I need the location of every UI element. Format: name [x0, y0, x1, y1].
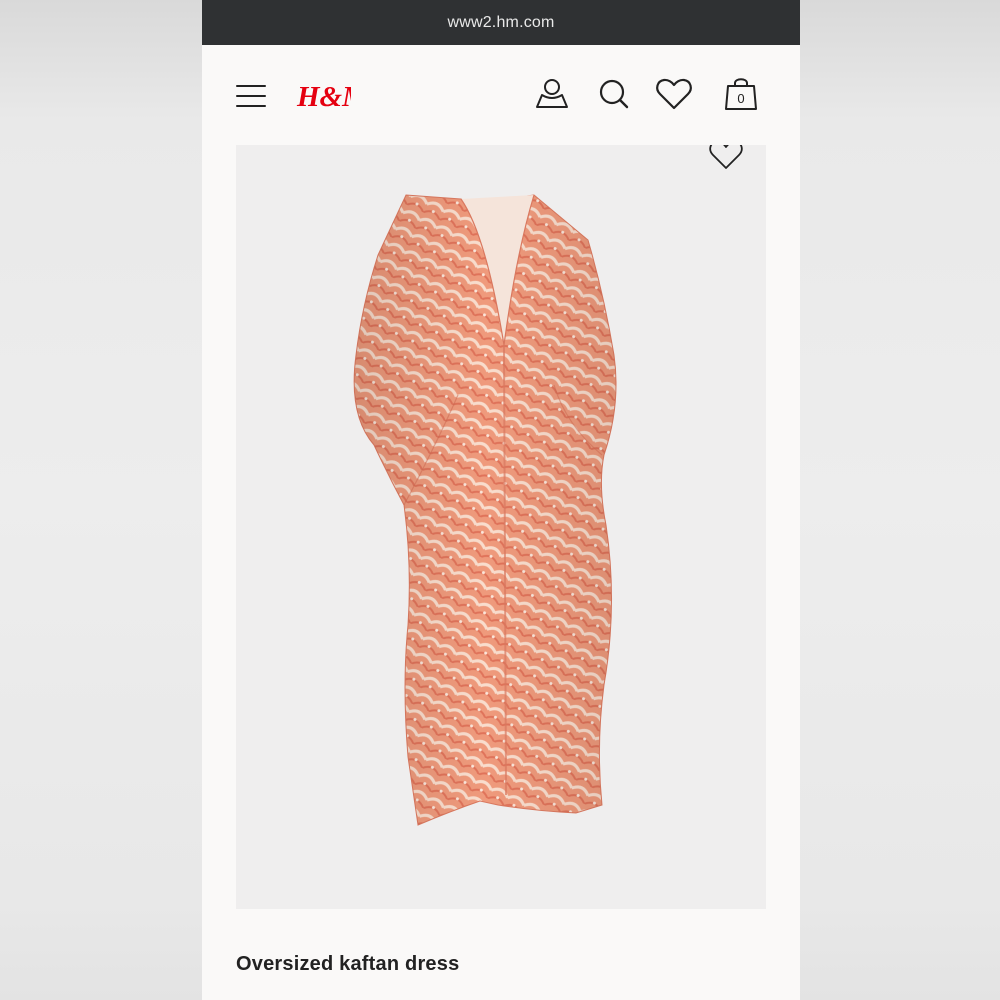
product-title[interactable]: Oversized kaftan dress	[236, 953, 459, 976]
heart-icon	[709, 145, 743, 169]
favorites-heart-icon[interactable]	[654, 75, 694, 115]
hm-logo[interactable]: H&M	[295, 75, 369, 115]
menu-icon[interactable]	[236, 85, 266, 107]
background-right	[800, 0, 1000, 1000]
background-left	[0, 0, 202, 1000]
browser-url-bar[interactable]: www2.hm.com	[202, 0, 800, 45]
account-icon[interactable]	[532, 75, 572, 115]
logo-text: H&M	[296, 81, 351, 113]
bag-count: 0	[737, 91, 744, 106]
shopping-bag-icon[interactable]: 0	[721, 75, 761, 115]
site-header: H&M 0	[202, 45, 800, 145]
search-icon[interactable]	[594, 75, 634, 115]
url-text: www2.hm.com	[447, 13, 555, 31]
add-to-favorites-button[interactable]	[706, 145, 746, 173]
mobile-screen: www2.hm.com H&M	[202, 0, 800, 1000]
product-image[interactable]	[236, 145, 766, 909]
kaftan-dress-image	[353, 194, 617, 826]
